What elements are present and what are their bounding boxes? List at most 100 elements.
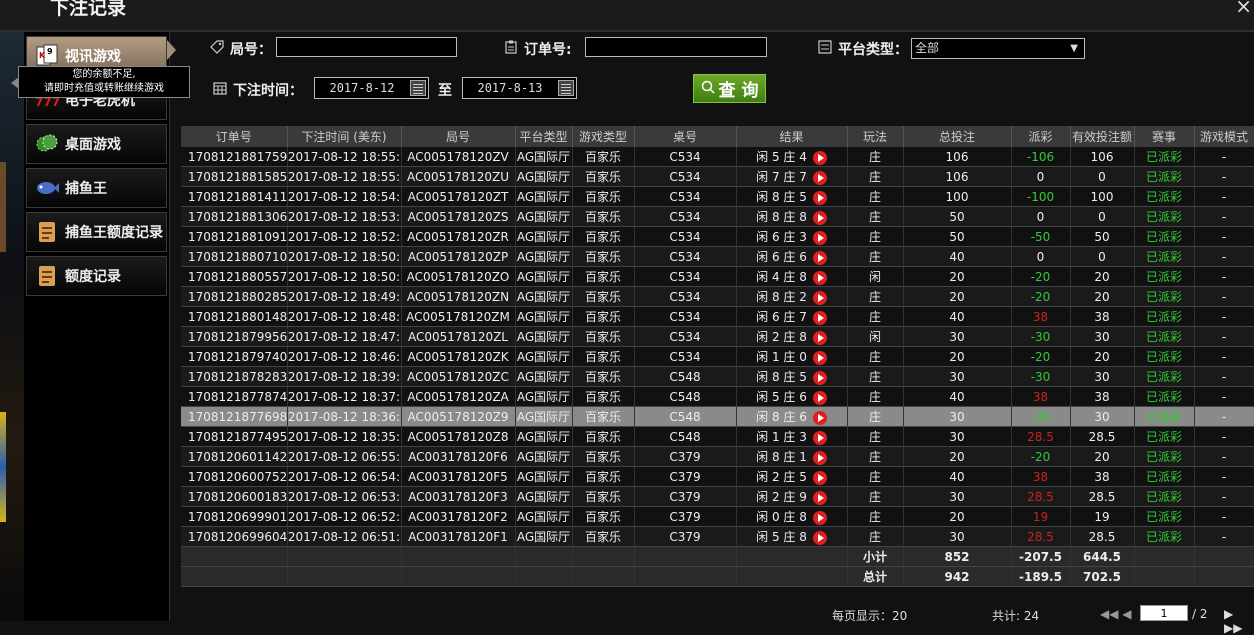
time-label-text: 下注时间：: [233, 83, 303, 99]
empty-cell: [1194, 566, 1254, 587]
cell-game: 百家乐: [572, 286, 635, 307]
cell-mode: -: [1194, 166, 1254, 187]
page-input[interactable]: 1: [1140, 605, 1188, 621]
play-replay-icon[interactable]: [812, 290, 827, 305]
play-replay-icon[interactable]: [812, 430, 827, 445]
table-row[interactable]: 1708121878283 2017-08-12 18:39: AC00517812…: [181, 366, 1254, 387]
table-row[interactable]: 1708121880557 2017-08-12 18:50: AC00517812…: [181, 266, 1254, 287]
sidebar-item-credit-records[interactable]: 额度记录: [26, 256, 167, 296]
cell-game: 百家乐: [572, 486, 635, 507]
cell-platform: AG国际厅: [515, 346, 573, 367]
calendar-icon[interactable]: [410, 80, 426, 96]
cell-result: 闲 6 庄 3: [736, 226, 848, 247]
empty-cell: [736, 546, 848, 567]
play-replay-icon[interactable]: [812, 270, 827, 285]
cell-status: 已派彩: [1134, 386, 1195, 407]
play-replay-icon[interactable]: [812, 170, 827, 185]
column-header: 结果: [736, 126, 848, 147]
play-replay-icon[interactable]: [812, 490, 827, 505]
cell-platform: AG国际厅: [515, 147, 573, 167]
play-replay-icon[interactable]: [812, 250, 827, 265]
cell-game: 百家乐: [572, 466, 635, 487]
table-row[interactable]: 1708120601142 2017-08-12 06:55: AC00317812…: [181, 446, 1254, 467]
sidebar-item-fishing-credit[interactable]: 捕鱼王额度记录: [26, 212, 167, 252]
next-last-page-icon[interactable]: ▶ ▶▶: [1224, 607, 1254, 635]
cell-time: 2017-08-12 06:52:: [287, 506, 402, 527]
play-replay-icon[interactable]: [812, 210, 827, 225]
table-row[interactable]: 1708120699604 2017-08-12 06:51: AC00317812…: [181, 526, 1254, 547]
close-icon[interactable]: ×: [1235, 0, 1252, 18]
column-header: 玩法: [847, 126, 904, 147]
play-replay-icon[interactable]: [812, 390, 827, 405]
table-row[interactable]: 1708120600752 2017-08-12 06:54: AC00317812…: [181, 466, 1254, 487]
cell-time: 2017-08-12 18:46:: [287, 346, 402, 367]
table-row[interactable]: 1708121880285 2017-08-12 18:49: AC00517812…: [181, 286, 1254, 307]
table-row[interactable]: 1708121877495 2017-08-12 18:35: AC00517812…: [181, 426, 1254, 447]
table-row[interactable]: 1708121880148 2017-08-12 18:48: AC00517812…: [181, 306, 1254, 327]
platform-select[interactable]: 全部 ▼: [911, 38, 1085, 59]
cell-mode: -: [1194, 446, 1254, 467]
cell-valid: 19: [1070, 506, 1135, 527]
table-header: 订单号 下注时间 (美东) 局号 平台类型 游戏类型 桌号 结果 玩法 总投注 派彩 有效投注额 赛事…: [181, 126, 1254, 147]
table-row[interactable]: 1708120699901 2017-08-12 06:52: AC00317812…: [181, 506, 1254, 527]
play-replay-icon[interactable]: [812, 350, 827, 365]
play-replay-icon[interactable]: [812, 470, 827, 485]
tooltip-line: 请即时充值或转账继续游戏: [44, 83, 164, 94]
result-text: 闲 7 庄 7: [756, 170, 807, 184]
cell-time: 2017-08-12 18:55:: [287, 147, 402, 167]
cell-play: 庄: [847, 286, 904, 307]
table-row[interactable]: 1708121877698 2017-08-12 18:36: AC00517812…: [181, 406, 1254, 427]
cell-table: C534: [634, 286, 737, 307]
round-input[interactable]: [276, 37, 457, 57]
date-to-value: 2017-8-13: [477, 81, 543, 95]
cell-platform: AG国际厅: [515, 386, 573, 407]
table-row[interactable]: 1708121881306 2017-08-12 18:53: AC00517812…: [181, 206, 1254, 227]
date-from-value: 2017-8-12: [329, 81, 395, 95]
cell-game: 百家乐: [572, 206, 635, 227]
table-row[interactable]: 1708121879740 2017-08-12 18:46: AC00517812…: [181, 346, 1254, 367]
date-to-input[interactable]: 2017-8-13: [462, 77, 577, 99]
cell-valid: 30: [1070, 406, 1135, 427]
document-icon: [35, 264, 59, 288]
cell-id: 1708120600752: [181, 466, 288, 487]
chips-icon: [35, 132, 59, 156]
play-replay-icon[interactable]: [812, 330, 827, 345]
table-row[interactable]: 1708121881585 2017-08-12 18:55: AC00517812…: [181, 166, 1254, 187]
play-replay-icon[interactable]: [812, 150, 827, 165]
table-row[interactable]: 1708121881411 2017-08-12 18:54: AC00517812…: [181, 186, 1254, 207]
result-text: 闲 1 庄 3: [756, 430, 807, 444]
cell-result: 闲 6 庄 6: [736, 246, 848, 267]
table-row[interactable]: 1708120600183 2017-08-12 06:53: AC00317812…: [181, 486, 1254, 507]
empty-cell: [515, 566, 573, 587]
table-row[interactable]: 1708121881759 2017-08-12 18:55: AC00517812…: [181, 147, 1254, 167]
table-row[interactable]: 1708121880710 2017-08-12 18:50: AC00517812…: [181, 246, 1254, 267]
play-replay-icon[interactable]: [812, 310, 827, 325]
sidebar-item-fishing[interactable]: 捕鱼王: [26, 168, 167, 208]
cell-result: 闲 8 庄 2: [736, 286, 848, 307]
calendar-icon[interactable]: [558, 80, 574, 96]
cell-mode: -: [1194, 206, 1254, 227]
cell-status: 已派彩: [1134, 326, 1195, 347]
play-replay-icon[interactable]: [812, 190, 827, 205]
play-replay-icon[interactable]: [812, 410, 827, 425]
play-replay-icon[interactable]: [812, 370, 827, 385]
play-replay-icon[interactable]: [812, 230, 827, 245]
order-input[interactable]: [585, 37, 767, 57]
round-label-text: 局号：: [230, 42, 272, 58]
query-button[interactable]: 查 询: [693, 74, 766, 103]
window-title: 下注记录: [50, 0, 127, 19]
table-row[interactable]: 1708121881091 2017-08-12 18:52: AC00517812…: [181, 226, 1254, 247]
play-replay-icon[interactable]: [812, 530, 827, 545]
sidebar-item-table-games[interactable]: 桌面游戏: [26, 124, 167, 164]
cell-id: 1708121880148: [181, 306, 288, 327]
table-row[interactable]: 1708121877874 2017-08-12 18:37: AC00517812…: [181, 386, 1254, 407]
first-prev-page-icon[interactable]: ◀◀ ◀: [1100, 607, 1132, 621]
cell-time: 2017-08-12 18:49:: [287, 286, 402, 307]
play-replay-icon[interactable]: [812, 450, 827, 465]
cell-play: 庄: [847, 366, 904, 387]
date-from-input[interactable]: 2017-8-12: [314, 77, 429, 99]
table-row[interactable]: 1708121879956 2017-08-12 18:47: AC00517812…: [181, 326, 1254, 347]
cell-id: 1708121877495: [181, 426, 288, 447]
play-replay-icon[interactable]: [812, 510, 827, 525]
cell-time: 2017-08-12 18:35:: [287, 426, 402, 447]
